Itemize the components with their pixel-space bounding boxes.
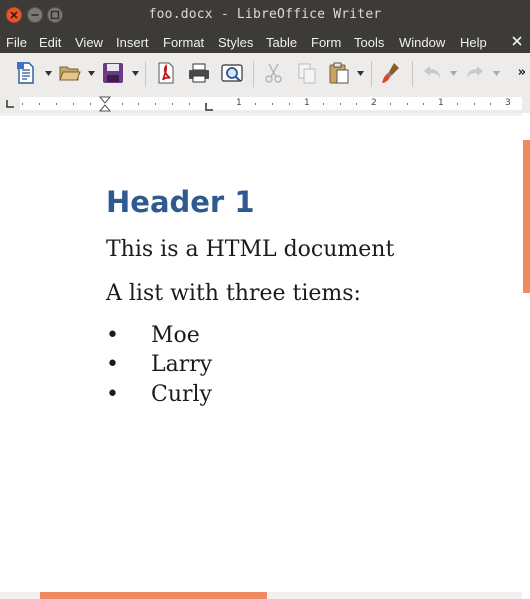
document-heading[interactable]: Header 1 bbox=[106, 185, 255, 219]
ruler-number: 1 bbox=[236, 98, 242, 108]
save-icon[interactable] bbox=[101, 61, 125, 85]
menu-tools[interactable]: Tools bbox=[354, 35, 384, 50]
print-icon[interactable] bbox=[187, 61, 211, 85]
menu-format[interactable]: Format bbox=[163, 35, 204, 50]
title-bar: foo.docx - LibreOffice Writer bbox=[0, 0, 530, 31]
list-item[interactable]: Moe bbox=[151, 323, 200, 348]
redo-dropdown-icon[interactable] bbox=[493, 71, 500, 76]
standard-toolbar: » bbox=[0, 53, 530, 95]
undo-dropdown-icon[interactable] bbox=[450, 71, 457, 76]
list-bullet: • bbox=[106, 382, 119, 407]
copy-icon[interactable] bbox=[295, 61, 319, 85]
menu-insert[interactable]: Insert bbox=[116, 35, 149, 50]
list-bullet: • bbox=[106, 323, 119, 348]
toolbar-separator bbox=[145, 61, 146, 87]
toolbar-separator bbox=[253, 61, 254, 87]
ruler-number: 2 bbox=[371, 98, 377, 108]
document-page[interactable] bbox=[0, 116, 522, 592]
document-paragraph[interactable]: A list with three tiems: bbox=[106, 281, 361, 306]
export-pdf-icon[interactable] bbox=[154, 61, 178, 85]
tab-marker-icon[interactable] bbox=[205, 103, 213, 111]
window-title: foo.docx - LibreOffice Writer bbox=[148, 7, 382, 22]
tab-stop-icon[interactable] bbox=[6, 100, 14, 108]
ruler-track[interactable]: 1 1 2 1 3 bbox=[20, 97, 522, 110]
menu-help[interactable]: Help bbox=[460, 35, 487, 50]
menu-styles[interactable]: Styles bbox=[218, 35, 253, 50]
open-dropdown-icon[interactable] bbox=[88, 71, 95, 76]
list-item[interactable]: Larry bbox=[151, 352, 212, 377]
new-dropdown-icon[interactable] bbox=[45, 71, 52, 76]
menu-view[interactable]: View bbox=[75, 35, 103, 50]
print-preview-icon[interactable] bbox=[220, 61, 244, 85]
ruler-number: 3 bbox=[505, 98, 511, 108]
undo-icon[interactable] bbox=[420, 61, 444, 85]
menu-window[interactable]: Window bbox=[399, 35, 445, 50]
document-paragraph[interactable]: This is a HTML document bbox=[106, 237, 394, 262]
vertical-scrollbar-thumb[interactable] bbox=[523, 140, 530, 293]
menu-table[interactable]: Table bbox=[266, 35, 297, 50]
menu-edit[interactable]: Edit bbox=[39, 35, 61, 50]
list-bullet: • bbox=[106, 352, 119, 377]
menu-form[interactable]: Form bbox=[311, 35, 341, 50]
paste-dropdown-icon[interactable] bbox=[357, 71, 364, 76]
redo-icon[interactable] bbox=[463, 61, 487, 85]
close-document-icon[interactable] bbox=[510, 34, 524, 48]
new-document-icon[interactable] bbox=[14, 61, 38, 85]
indent-marker-icon[interactable] bbox=[99, 96, 111, 112]
horizontal-ruler: 1 1 2 1 3 bbox=[0, 94, 530, 113]
list-item[interactable]: Curly bbox=[151, 382, 212, 407]
menu-file[interactable]: File bbox=[6, 35, 27, 50]
toolbar-separator bbox=[371, 61, 372, 87]
menu-bar: File Edit View Insert Format Styles Tabl… bbox=[0, 31, 530, 53]
toolbar-separator bbox=[412, 61, 413, 87]
save-dropdown-icon[interactable] bbox=[132, 71, 139, 76]
clone-formatting-icon[interactable] bbox=[380, 61, 404, 85]
ruler-number: 1 bbox=[438, 98, 444, 108]
horizontal-scrollbar-thumb[interactable] bbox=[40, 592, 267, 599]
paste-icon[interactable] bbox=[327, 61, 351, 85]
toolbar-overflow-button[interactable]: » bbox=[518, 65, 526, 80]
ruler-number: 1 bbox=[304, 98, 310, 108]
open-folder-icon[interactable] bbox=[58, 61, 82, 85]
cut-icon[interactable] bbox=[262, 61, 286, 85]
